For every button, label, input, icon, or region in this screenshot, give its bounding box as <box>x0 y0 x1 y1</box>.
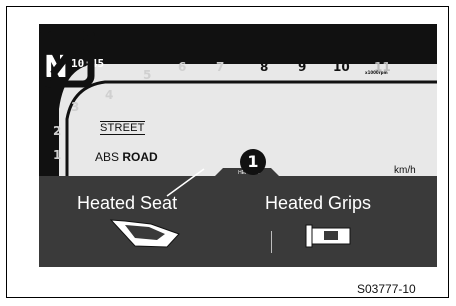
menu-divider <box>271 231 272 253</box>
rpm-tick: 10 <box>333 60 350 74</box>
rpm-tick: 5 <box>143 68 152 82</box>
callout-marker: 1 <box>240 149 266 175</box>
heated-grips-option[interactable]: Heated Grips <box>265 193 435 214</box>
heated-seat-option[interactable]: Heated Seat <box>77 193 247 214</box>
abs-label: ABS <box>95 150 120 164</box>
rpm-tick: 4 <box>105 88 114 102</box>
ride-mode-label: STREET <box>100 121 145 135</box>
abs-mode-indicator: ABS ROAD <box>95 150 158 164</box>
figure-code: S03777-10 <box>357 282 416 296</box>
rpm-tick: 1 <box>53 148 62 162</box>
rpm-tick: 7 <box>216 60 225 74</box>
heating-menu-bar <box>39 176 437 267</box>
speed-unit-label: km/h <box>394 165 416 176</box>
instrument-cluster-display: N 10:45 1 2 3 4 5 6 7 8 9 10 11 x1000rpm… <box>39 24 437 267</box>
rpm-scale-label: x1000rpm <box>365 70 388 75</box>
speed-indicator-icon <box>39 24 95 88</box>
rpm-tick: 2 <box>53 124 62 138</box>
rpm-tick: 6 <box>178 60 187 74</box>
rpm-tick: 9 <box>298 60 307 74</box>
rpm-tick: 8 <box>260 60 269 74</box>
abs-mode-value: ROAD <box>122 150 158 164</box>
rpm-tick: 3 <box>71 100 80 114</box>
